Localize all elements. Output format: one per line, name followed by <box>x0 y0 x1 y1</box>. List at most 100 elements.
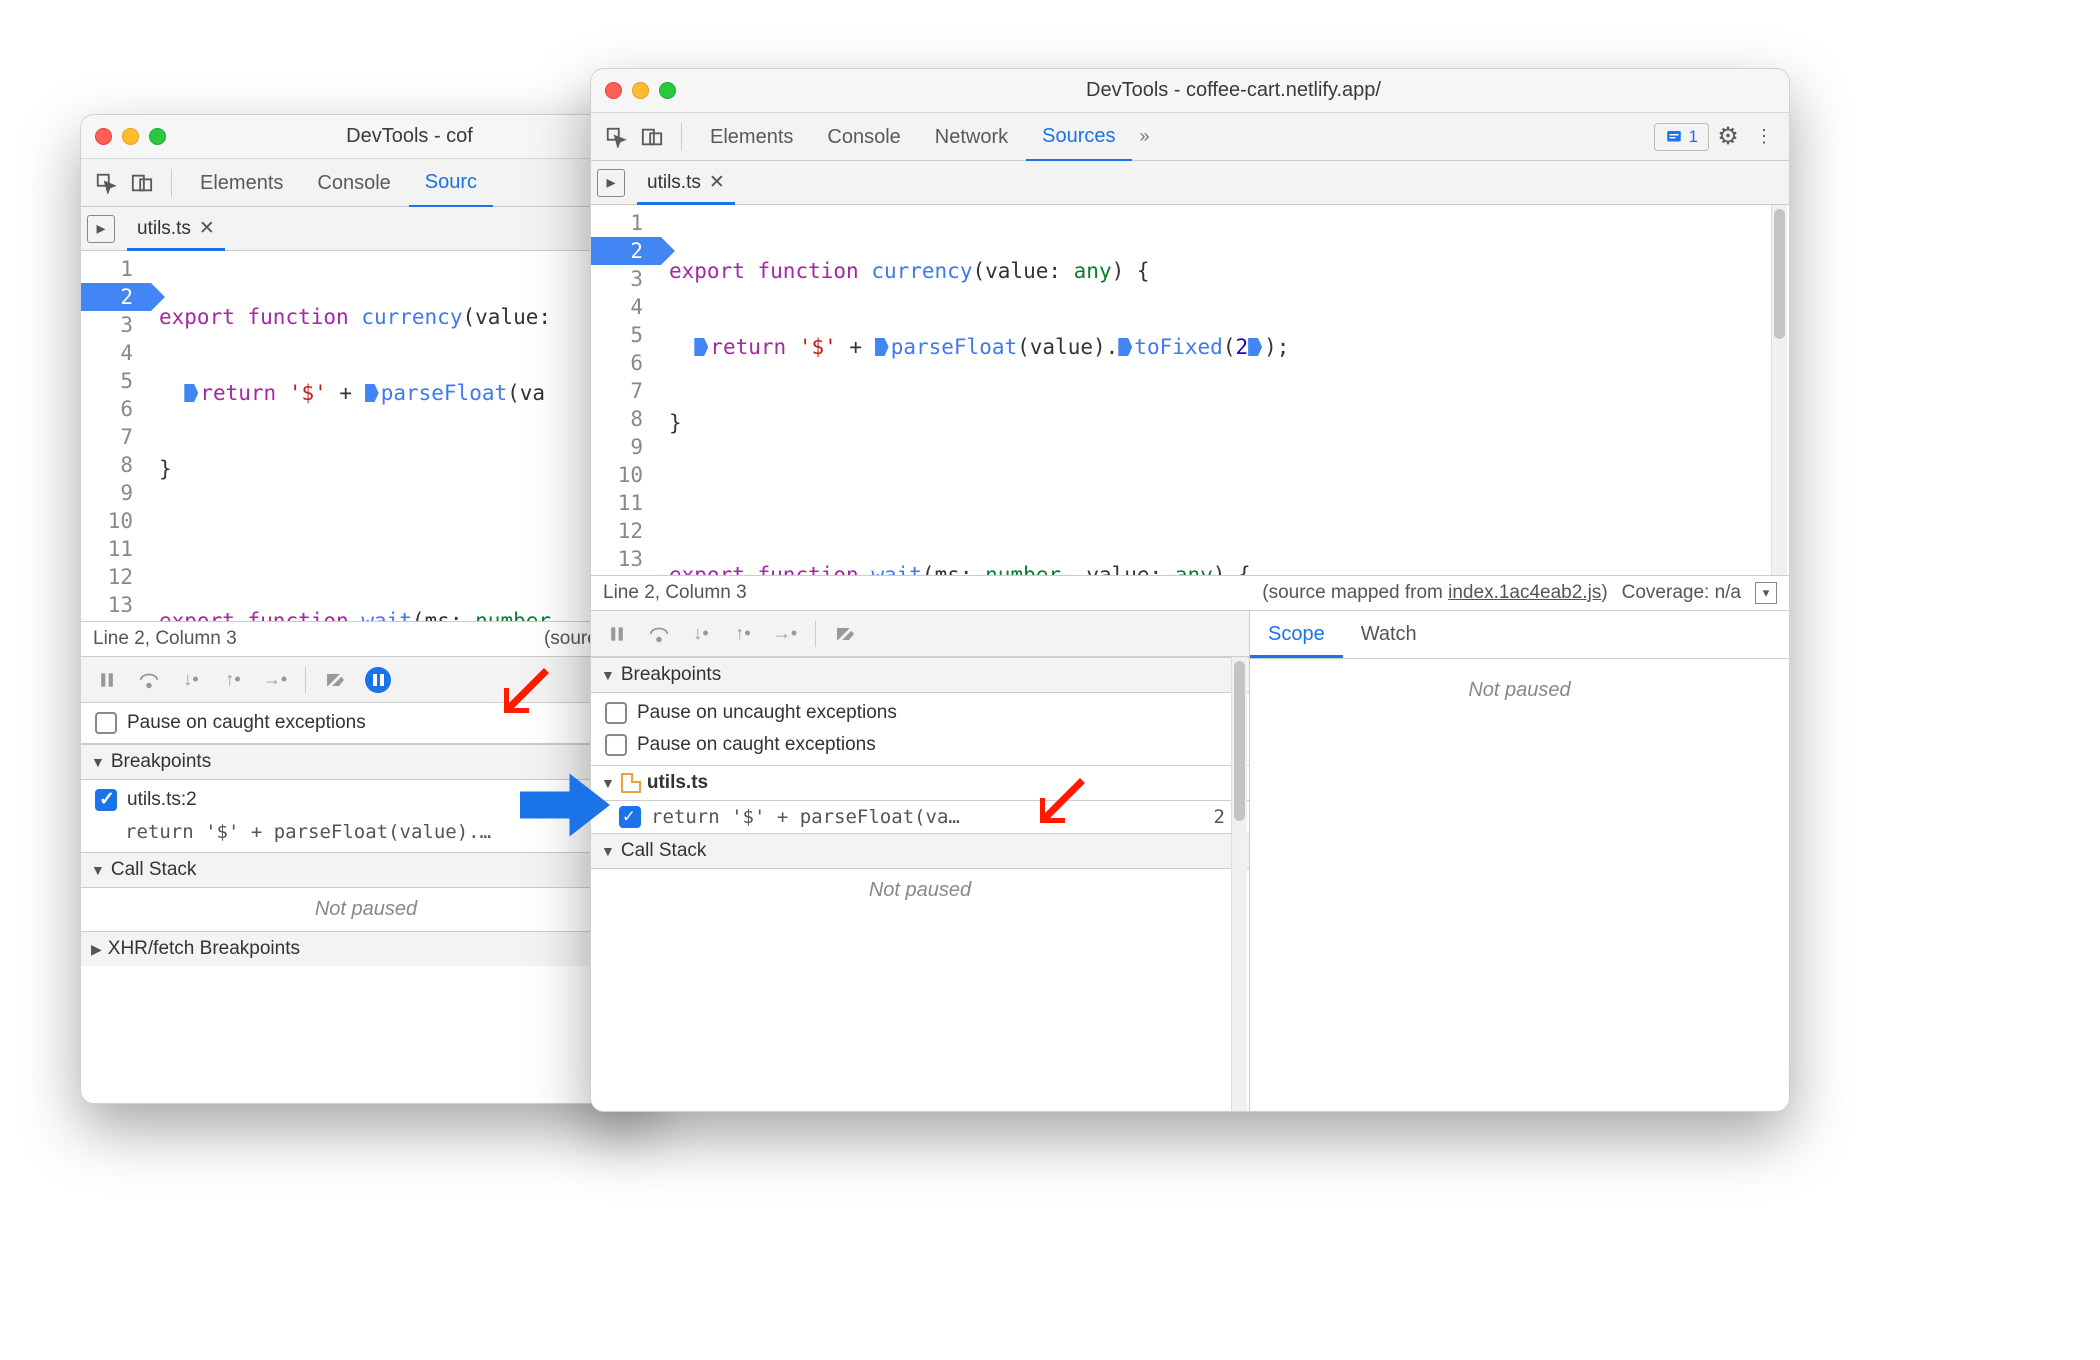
step-out-icon[interactable]: ↑• <box>727 618 759 650</box>
breakpoint-group-file: utils.ts <box>647 772 708 794</box>
source-map-link[interactable]: index.1ac4eab2.js <box>1448 582 1601 603</box>
breakpoint-checkbox[interactable] <box>619 806 641 828</box>
issues-icon <box>1665 128 1683 146</box>
pause-caught-checkbox[interactable] <box>605 734 627 756</box>
minimize-icon[interactable] <box>122 128 139 145</box>
breakpoints-header[interactable]: ▼Breakpoints <box>81 744 651 780</box>
not-paused-text: Not paused <box>1468 679 1570 702</box>
deactivate-breakpoints-icon[interactable] <box>320 664 352 696</box>
close-icon[interactable]: ✕ <box>199 217 215 240</box>
debugger-pane: ↓• ↑• →• ▼Breakpoints Pause on uncaught … <box>591 611 1789 1111</box>
device-toggle-icon[interactable] <box>635 120 669 154</box>
file-tab-label: utils.ts <box>647 172 701 194</box>
tab-scope[interactable]: Scope <box>1250 611 1343 658</box>
code-editor[interactable]: 12345678910111213 export function curren… <box>591 205 1789 575</box>
breakpoints-label: Breakpoints <box>111 751 211 773</box>
not-paused-text: Not paused <box>591 869 1249 912</box>
step-icon[interactable]: →• <box>259 664 291 696</box>
inspect-icon[interactable] <box>89 166 123 200</box>
editor-scrollbar[interactable] <box>1771 205 1787 575</box>
zoom-icon[interactable] <box>659 82 676 99</box>
file-tab-utils[interactable]: utils.ts ✕ <box>637 160 735 205</box>
inspect-icon[interactable] <box>599 120 633 154</box>
step-into-icon[interactable]: ↓• <box>685 618 717 650</box>
separator <box>681 123 682 151</box>
code-editor[interactable]: 12345678910111213 export function curren… <box>81 251 651 621</box>
debugger-toolbar: ↓• ↑• →• <box>81 657 651 703</box>
breakpoints-body: utils.ts:2 return '$' + parseFloat(value… <box>81 780 651 852</box>
tab-network[interactable]: Network <box>919 113 1024 160</box>
navigator-toggle-icon[interactable]: ▸ <box>87 215 115 243</box>
pause-caught-label: Pause on caught exceptions <box>637 734 876 756</box>
file-tab-label: utils.ts <box>137 218 191 240</box>
step-over-icon[interactable] <box>133 664 165 696</box>
breakpoints-header[interactable]: ▼Breakpoints <box>591 657 1249 693</box>
kebab-icon[interactable]: ⋮ <box>1747 120 1781 154</box>
breakpoint-checkbox[interactable] <box>95 789 117 811</box>
panel-tabs: Elements Console Sourc <box>81 159 651 207</box>
coverage-toggle-icon[interactable]: ▾ <box>1755 582 1777 604</box>
xhr-breakpoints-header[interactable]: ▶XHR/fetch Breakpoints <box>81 931 651 966</box>
device-toggle-icon[interactable] <box>125 166 159 200</box>
cursor-position: Line 2, Column 3 <box>93 628 237 650</box>
window-title: DevTools - cof <box>182 125 637 148</box>
close-icon[interactable] <box>95 128 112 145</box>
window-title: DevTools - coffee-cart.netlify.app/ <box>692 79 1775 102</box>
close-icon[interactable] <box>605 82 622 99</box>
scope-content: Not paused <box>1250 659 1789 1111</box>
tab-elements[interactable]: Elements <box>184 159 299 206</box>
pause-button[interactable] <box>91 664 123 696</box>
pane-scrollbar[interactable] <box>1231 657 1247 1111</box>
source-mapped-text: (source mapped from index.1ac4eab2.js) <box>1262 582 1607 604</box>
line-gutter[interactable]: 12345678910111213 <box>81 251 151 621</box>
zoom-icon[interactable] <box>149 128 166 145</box>
tab-watch[interactable]: Watch <box>1343 611 1435 658</box>
more-tabs-icon[interactable]: » <box>1134 126 1156 147</box>
tab-console[interactable]: Console <box>301 159 406 206</box>
pause-on-exceptions-button[interactable] <box>362 664 394 696</box>
gear-icon[interactable]: ⚙ <box>1711 120 1745 154</box>
traffic-lights <box>95 128 166 145</box>
navigator-toggle-icon[interactable]: ▸ <box>597 169 625 197</box>
tab-sources[interactable]: Sourc <box>409 158 493 208</box>
cursor-position: Line 2, Column 3 <box>603 582 747 604</box>
issues-chip[interactable]: 1 <box>1654 123 1709 151</box>
callstack-header[interactable]: ▼Call Stack <box>81 852 651 888</box>
tab-console[interactable]: Console <box>811 113 916 160</box>
step-over-icon[interactable] <box>643 618 675 650</box>
step-into-icon[interactable]: ↓• <box>175 664 207 696</box>
step-icon[interactable]: →• <box>769 618 801 650</box>
breakpoint-code: return '$' + parseFloat(va… <box>651 806 960 828</box>
breakpoints-label: Breakpoints <box>621 664 721 686</box>
pause-button[interactable] <box>601 618 633 650</box>
minimize-icon[interactable] <box>632 82 649 99</box>
debugger-toolbar: ↓• ↑• →• <box>591 611 1249 657</box>
scope-watch-tabs: Scope Watch <box>1250 611 1789 659</box>
pause-uncaught-row[interactable]: Pause on uncaught exceptions <box>591 697 1249 729</box>
breakpoint-row[interactable]: utils.ts:2 <box>81 784 651 816</box>
file-tab-utils[interactable]: utils.ts ✕ <box>127 206 225 251</box>
devtools-window-left: DevTools - cof Elements Console Sourc ▸ … <box>80 114 652 1104</box>
pause-caught-row[interactable]: Pause on caught exceptions <box>591 729 1249 761</box>
code-area[interactable]: export function currency(value: any) { r… <box>661 205 1789 575</box>
code-area[interactable]: export function currency(value: return '… <box>151 251 651 621</box>
titlebar: DevTools - cof <box>81 115 651 159</box>
scope-watch-pane: Scope Watch Not paused <box>1249 611 1789 1111</box>
breakpoint-row[interactable]: return '$' + parseFloat(va… 2 <box>591 801 1249 833</box>
file-tabs: ▸ utils.ts ✕ <box>591 161 1789 205</box>
pause-uncaught-checkbox[interactable] <box>605 702 627 724</box>
breakpoint-code[interactable]: return '$' + parseFloat(value).… <box>81 816 651 848</box>
tab-elements[interactable]: Elements <box>694 113 809 160</box>
close-icon[interactable]: ✕ <box>709 171 725 194</box>
pause-caught-row[interactable]: Pause on caught exceptions <box>81 707 651 739</box>
pause-caught-checkbox[interactable] <box>95 712 117 734</box>
line-gutter[interactable]: 12345678910111213 <box>591 205 661 575</box>
callstack-header[interactable]: ▼Call Stack <box>591 833 1249 869</box>
exceptions-section: Pause on caught exceptions <box>81 703 651 744</box>
tab-sources[interactable]: Sources <box>1026 112 1131 162</box>
separator <box>815 621 816 647</box>
breakpoint-group-header[interactable]: ▼ utils.ts <box>591 765 1249 801</box>
step-out-icon[interactable]: ↑• <box>217 664 249 696</box>
deactivate-breakpoints-icon[interactable] <box>830 618 862 650</box>
debugger-left-pane: ↓• ↑• →• ▼Breakpoints Pause on uncaught … <box>591 611 1249 1111</box>
